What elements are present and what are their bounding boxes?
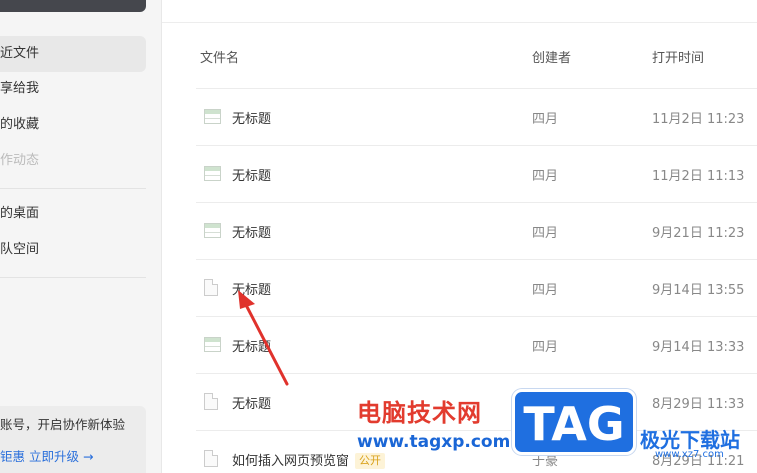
tag-logo: TAG xyxy=(512,389,636,455)
doc-icon xyxy=(204,279,218,296)
file-creator: 四月 xyxy=(532,340,559,355)
sheet-icon xyxy=(204,223,221,238)
sheet-icon xyxy=(204,166,221,181)
sidebar-item-desktop[interactable]: 的桌面 xyxy=(0,196,146,232)
file-open-time: 9月14日 13:33 xyxy=(652,340,745,355)
file-open-time: 11月2日 11:23 xyxy=(652,112,745,127)
sidebar-divider xyxy=(0,188,146,189)
sidebar-item-shared-with-me[interactable]: 享给我 xyxy=(0,71,146,107)
watermark-site-name: 电脑技术网 xyxy=(357,399,482,427)
file-name: 无标题 xyxy=(232,283,272,298)
column-header-name[interactable]: 文件名 xyxy=(200,47,239,66)
file-name: 无标题 xyxy=(232,169,272,184)
table-row[interactable]: 无标题 四月 9月21日 11:23 xyxy=(196,203,757,260)
sidebar-top-bar xyxy=(0,0,146,12)
file-name: 无标题 xyxy=(232,397,272,412)
column-header-creator[interactable]: 创建者 xyxy=(532,47,571,66)
file-name: 如何插入网页预览窗 公开 xyxy=(232,450,386,469)
file-open-time: 8月29日 11:33 xyxy=(652,397,745,412)
sidebar-item-recent[interactable]: 近文件 xyxy=(0,36,146,72)
file-creator: 四月 xyxy=(532,226,559,241)
doc-icon xyxy=(204,393,218,410)
sidebar-divider xyxy=(0,277,146,278)
table-row[interactable]: 无标题 四月 9月14日 13:55 xyxy=(196,260,757,317)
table-row[interactable]: 无标题 四月 9月14日 13:33 xyxy=(196,317,757,374)
file-name: 无标题 xyxy=(232,226,272,241)
sheet-icon xyxy=(204,109,221,124)
table-row[interactable]: 无标题 四月 11月2日 11:23 xyxy=(196,89,757,146)
table-row[interactable]: 无标题 四月 11月2日 11:13 xyxy=(196,146,757,203)
file-creator: 四月 xyxy=(532,112,559,127)
file-creator: 四月 xyxy=(532,169,559,184)
file-name: 无标题 xyxy=(232,340,272,355)
file-open-time: 9月14日 13:55 xyxy=(652,283,745,298)
watermark-site-url: www.tagxp.com xyxy=(357,432,511,452)
public-badge: 公开 xyxy=(355,453,386,469)
promo-text: 账号，开启协作新体验 xyxy=(0,417,126,432)
sidebar: 近文件 享给我 的收藏 作动态 的桌面 队空间 账号，开启协作新体验 钜惠 立即… xyxy=(0,0,162,473)
upgrade-link[interactable]: 钜惠 立即升级 → xyxy=(0,446,93,465)
tag-logo-text: TAG xyxy=(523,397,625,451)
doc-icon xyxy=(204,450,218,467)
file-open-time: 9月21日 11:23 xyxy=(652,226,745,241)
sheet-icon xyxy=(204,337,221,352)
file-open-time: 11月2日 11:13 xyxy=(652,169,745,184)
file-creator: 四月 xyxy=(532,283,559,298)
brand-watermark-url: www.xz7.com xyxy=(655,449,724,460)
main-top-bar xyxy=(162,0,757,23)
sidebar-item-activity[interactable]: 作动态 xyxy=(0,143,146,179)
sidebar-item-team-space[interactable]: 队空间 xyxy=(0,232,146,268)
sidebar-item-favorites[interactable]: 的收藏 xyxy=(0,107,146,143)
column-header-time[interactable]: 打开时间 xyxy=(652,47,704,66)
file-name: 无标题 xyxy=(232,112,272,127)
